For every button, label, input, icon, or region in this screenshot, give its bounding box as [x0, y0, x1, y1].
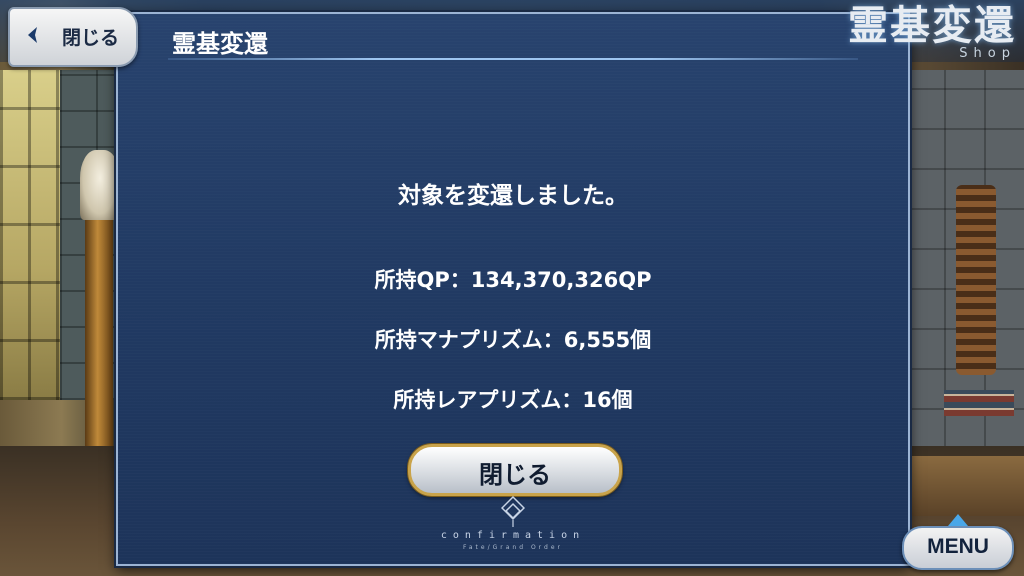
dialog-title: 霊基変還: [172, 30, 268, 58]
dialog-close-button[interactable]: 閉じる: [408, 444, 622, 496]
owned-mana-prism: 所持マナプリズム：6,555個: [374, 328, 652, 352]
lamp: [80, 150, 120, 220]
footer-label: confirmation: [440, 530, 586, 541]
shop-title: 霊基変還 Shop: [848, 2, 1016, 62]
header-close-button[interactable]: 閉じる: [8, 7, 138, 67]
menu-label: MENU: [927, 535, 989, 558]
result-message: 対象を変還しました。: [398, 183, 628, 209]
copper-coil: [956, 185, 996, 375]
header-close-label: 閉じる: [62, 27, 120, 49]
title-divider: [168, 58, 858, 60]
fgo-emblem-icon: [500, 495, 526, 528]
triangle-up-icon: [948, 514, 968, 526]
footer-brand: Fate/Grand Order: [462, 544, 563, 551]
dialog-close-label: 閉じる: [479, 461, 551, 489]
owned-qp: 所持QP：134,370,326QP: [374, 268, 652, 292]
stained-window: [0, 70, 60, 400]
chevron-left-icon: [24, 26, 42, 44]
menu-button[interactable]: MENU: [902, 514, 1014, 570]
confirmation-dialog: 霊基変還 対象を変還しました。 所持QP：134,370,326QP 所持マナプ…: [116, 12, 910, 566]
shop-title-text: 霊基変還: [848, 2, 1016, 49]
wooden-table: [904, 456, 1024, 516]
owned-rare-prism: 所持レアプリズム：16個: [393, 388, 633, 412]
book-stack: [944, 390, 1014, 416]
